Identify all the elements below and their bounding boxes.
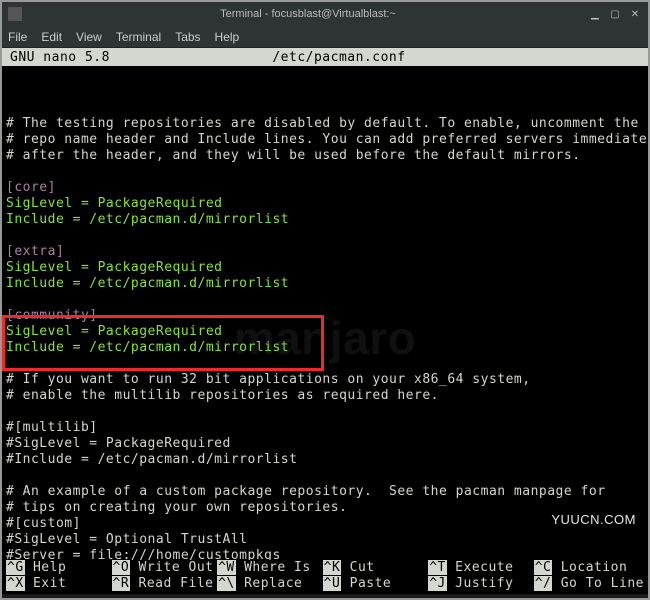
comment-line: # repo name header and Include lines. Yo… bbox=[6, 132, 648, 147]
window-title: Terminal - focusblast@Virtualblast:~ bbox=[28, 8, 588, 20]
minimize-button[interactable]: ▁ bbox=[588, 7, 602, 21]
multilib-include: #Include = /etc/pacman.d/mirrorlist bbox=[6, 452, 297, 467]
siglevel-community: SigLevel = PackageRequired bbox=[6, 324, 223, 339]
shortcut-replace: ^\ Replace bbox=[217, 576, 323, 592]
watermark-corner: YUUCN.COM bbox=[545, 510, 642, 530]
nano-shortcut-bar: ^G Help ^O Write Out ^W Where Is ^K Cut … bbox=[2, 560, 648, 594]
comment-line: # enable the multilib repositories as re… bbox=[6, 388, 439, 403]
shortcut-execute: ^T Execute bbox=[428, 560, 534, 576]
custom-siglevel: #SigLevel = Optional TrustAll bbox=[6, 532, 247, 547]
shortcut-justify: ^J Justify bbox=[428, 576, 534, 592]
maximize-button[interactable]: ▢ bbox=[608, 7, 622, 21]
section-community: [community] bbox=[6, 308, 98, 323]
comment-line: # An example of a custom package reposit… bbox=[6, 484, 606, 499]
section-core: [core] bbox=[6, 180, 56, 195]
shortcut-whereis: ^W Where Is bbox=[217, 560, 323, 576]
nano-filename: /etc/pacman.conf bbox=[110, 50, 568, 65]
siglevel-core: SigLevel = PackageRequired bbox=[6, 196, 223, 211]
comment-line: # If you want to run 32 bit applications… bbox=[6, 372, 531, 387]
menubar: File Edit View Terminal Tabs Help bbox=[2, 26, 648, 48]
custom-header: #[custom] bbox=[6, 516, 81, 531]
multilib-header: #[multilib] bbox=[6, 420, 98, 435]
multilib-siglevel: #SigLevel = PackageRequired bbox=[6, 436, 231, 451]
nano-header: GNU nano 5.8 /etc/pacman.conf bbox=[2, 48, 648, 66]
terminal-icon bbox=[8, 7, 22, 21]
custom-server: #Server = file:///home/custompkgs bbox=[6, 548, 281, 560]
editor-area[interactable]: manjaro YUUCN.COM # The testing reposito… bbox=[2, 66, 648, 560]
comment-line: # The testing repositories are disabled … bbox=[6, 116, 639, 131]
menu-help[interactable]: Help bbox=[215, 30, 240, 44]
menu-view[interactable]: View bbox=[76, 30, 102, 44]
include-community: Include = /etc/pacman.d/mirrorlist bbox=[6, 340, 289, 355]
shortcut-location: ^C Location bbox=[534, 560, 644, 576]
menu-tabs[interactable]: Tabs bbox=[175, 30, 200, 44]
menu-edit[interactable]: Edit bbox=[41, 30, 62, 44]
include-core: Include = /etc/pacman.d/mirrorlist bbox=[6, 212, 289, 227]
include-extra: Include = /etc/pacman.d/mirrorlist bbox=[6, 276, 289, 291]
section-extra: [extra] bbox=[6, 244, 64, 259]
shortcut-help: ^G Help bbox=[6, 560, 112, 576]
close-button[interactable]: ✕ bbox=[628, 7, 642, 21]
window-titlebar: Terminal - focusblast@Virtualblast:~ ▁ ▢… bbox=[2, 2, 648, 26]
window-buttons: ▁ ▢ ✕ bbox=[588, 7, 642, 21]
shortcut-paste: ^U Paste bbox=[323, 576, 429, 592]
comment-line: # after the header, and they will be use… bbox=[6, 148, 581, 163]
comment-line: # tips on creating your own repositories… bbox=[6, 500, 347, 515]
siglevel-extra: SigLevel = PackageRequired bbox=[6, 260, 223, 275]
nano-version: GNU nano 5.8 bbox=[2, 50, 110, 65]
shortcut-writeout: ^O Write Out bbox=[112, 560, 218, 576]
menu-file[interactable]: File bbox=[8, 30, 27, 44]
shortcut-gotoline: ^/ Go To Line bbox=[534, 576, 644, 592]
menu-terminal[interactable]: Terminal bbox=[116, 30, 161, 44]
shortcut-exit: ^X Exit bbox=[6, 576, 112, 592]
shortcut-cut: ^K Cut bbox=[323, 560, 429, 576]
shortcut-readfile: ^R Read File bbox=[112, 576, 218, 592]
